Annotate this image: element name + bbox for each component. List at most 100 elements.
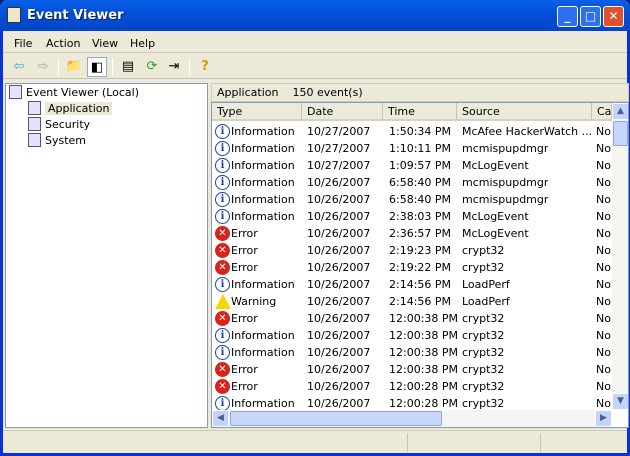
forward-arrow-icon[interactable]: ⇨ [33, 57, 53, 77]
event-category: No [596, 278, 611, 291]
event-date: 10/27/2007 [307, 159, 371, 172]
event-row[interactable]: ✕ Error 10/26/2007 2:19:22 PM crypt32 No [212, 259, 612, 276]
event-type: Error [231, 244, 258, 257]
information-icon: i [215, 277, 230, 292]
event-row[interactable]: i Information 10/27/2007 1:10:11 PM mcmispup… [212, 140, 612, 157]
event-row[interactable]: ✕ Error 10/26/2007 12:00:28 PM crypt32 No [212, 378, 612, 395]
event-row[interactable]: i Information 10/27/2007 1:09:57 PM McLogEve… [212, 157, 612, 174]
event-date: 10/26/2007 [307, 295, 371, 308]
event-row[interactable]: i Information 10/27/2007 1:50:34 PM McAfee H… [212, 123, 612, 140]
event-source: LoadPerf [462, 295, 510, 308]
event-time: 12:00:38 PM [389, 312, 459, 325]
event-row[interactable]: i Information 10/26/2007 12:00:38 PM crypt32… [212, 344, 612, 361]
event-row[interactable]: i Information 10/26/2007 6:58:40 PM mcmispup… [212, 174, 612, 191]
event-date: 10/26/2007 [307, 176, 371, 189]
event-category: No [596, 193, 611, 206]
event-type: Information [231, 142, 295, 155]
event-row[interactable]: i Information 10/26/2007 6:58:40 PM mcmispup… [212, 191, 612, 208]
tree-item-system[interactable]: System [28, 133, 86, 149]
event-category: No [596, 329, 611, 342]
back-arrow-icon[interactable]: ⇦ [9, 57, 29, 77]
up-folder-icon[interactable]: 📁 [64, 57, 84, 77]
event-time: 2:19:22 PM [389, 261, 452, 274]
information-icon: i [215, 124, 230, 139]
event-row[interactable]: ✕ Error 10/26/2007 12:00:38 PM crypt32 No [212, 310, 612, 327]
event-category: No [596, 295, 611, 308]
event-row[interactable]: i Information 10/26/2007 2:38:03 PM McLogEve… [212, 208, 612, 225]
warning-icon [215, 294, 231, 309]
maximize-button[interactable]: □ [580, 6, 601, 27]
event-row[interactable]: ✕ Error 10/26/2007 2:36:57 PM McLogEvent No [212, 225, 612, 242]
tree-item-application[interactable]: Application [28, 101, 113, 117]
event-source: crypt32 [462, 312, 505, 325]
refresh-icon[interactable]: ⟳ [142, 57, 162, 77]
vertical-scroll-thumb[interactable] [613, 121, 628, 146]
event-row[interactable]: Warning 10/26/2007 2:14:56 PM LoadPerf No [212, 293, 612, 310]
event-date: 10/26/2007 [307, 244, 371, 257]
event-time: 1:50:34 PM [389, 125, 452, 138]
event-category: No [596, 363, 611, 376]
event-category: No [596, 176, 611, 189]
help-icon[interactable]: ? [195, 57, 215, 77]
event-row[interactable]: i Information 10/26/2007 12:00:38 PM crypt32… [212, 327, 612, 344]
event-time: 2:38:03 PM [389, 210, 452, 223]
title-bar[interactable]: Event Viewer _ □ ✕ [0, 0, 630, 31]
menu-view[interactable]: View [92, 37, 118, 50]
event-row[interactable]: ✕ Error 10/26/2007 12:00:38 PM crypt32 No [212, 361, 612, 378]
event-category: No [596, 312, 611, 325]
export-list-icon[interactable]: ⇥ [164, 57, 184, 77]
scroll-up-button[interactable]: ▲ [612, 103, 628, 120]
status-pane-2 [408, 433, 541, 452]
column-type[interactable]: Type [212, 103, 302, 121]
error-icon: ✕ [215, 379, 230, 394]
event-time: 2:36:57 PM [389, 227, 452, 240]
minimize-button[interactable]: _ [557, 6, 578, 27]
column-category[interactable]: Ca [592, 103, 612, 121]
horizontal-scrollbar[interactable]: ◀ ▶ [212, 410, 612, 427]
column-source[interactable]: Source [457, 103, 592, 121]
window-title: Event Viewer [27, 8, 124, 23]
horizontal-scroll-thumb[interactable] [230, 411, 442, 426]
event-source: crypt32 [462, 363, 505, 376]
event-category: No [596, 244, 611, 257]
menu-bar: File Action View Help [3, 33, 627, 53]
status-pane-1 [3, 433, 408, 452]
event-type: Warning [231, 295, 277, 308]
information-icon: i [215, 345, 230, 360]
event-category: No [596, 346, 611, 359]
event-category: No [596, 380, 611, 393]
event-source: crypt32 [462, 244, 505, 257]
event-source: McAfee HackerWatch ... [462, 125, 593, 138]
log-icon [28, 101, 41, 115]
event-viewer-window: Event Viewer _ □ ✕ File Action View Help… [0, 0, 630, 456]
vertical-scrollbar[interactable]: ▲ ▼ [612, 103, 628, 410]
tree-item-security[interactable]: Security [28, 117, 90, 133]
scroll-right-button[interactable]: ▶ [595, 410, 612, 427]
properties-icon[interactable]: ▤ [118, 57, 138, 77]
event-source: mcmispupdmgr [462, 193, 549, 206]
event-date: 10/26/2007 [307, 329, 371, 342]
event-time: 2:14:56 PM [389, 295, 452, 308]
tree-root[interactable]: Event Viewer (Local) [9, 85, 139, 101]
event-row[interactable]: i Information 10/26/2007 2:14:56 PM LoadPerf… [212, 276, 612, 293]
event-type: Information [231, 329, 295, 342]
menu-action[interactable]: Action [46, 37, 80, 50]
event-source: crypt32 [462, 261, 505, 274]
column-time[interactable]: Time [383, 103, 457, 121]
event-row[interactable]: ✕ Error 10/26/2007 2:19:23 PM crypt32 No [212, 242, 612, 259]
column-date[interactable]: Date [302, 103, 383, 121]
event-source: LoadPerf [462, 278, 510, 291]
event-time: 12:00:38 PM [389, 363, 459, 376]
scroll-down-button[interactable]: ▼ [612, 393, 628, 410]
close-button[interactable]: ✕ [603, 6, 624, 27]
information-icon: i [215, 158, 230, 173]
show-hide-tree-icon[interactable]: ◧ [87, 57, 107, 77]
menu-help[interactable]: Help [130, 37, 155, 50]
scroll-left-button[interactable]: ◀ [212, 410, 229, 427]
menu-file[interactable]: File [14, 37, 32, 50]
information-icon: i [215, 396, 230, 411]
event-category: No [596, 261, 611, 274]
event-date: 10/27/2007 [307, 125, 371, 138]
event-type: Error [231, 261, 258, 274]
information-icon: i [215, 209, 230, 224]
